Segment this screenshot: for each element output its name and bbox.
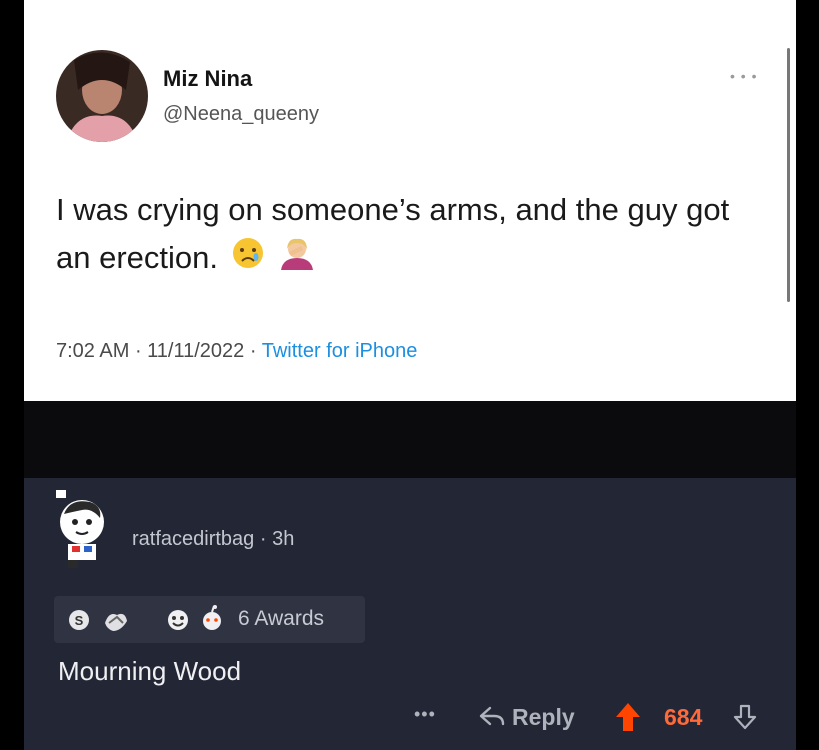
downvote-arrow-icon[interactable] xyxy=(732,703,758,731)
facepalm-emoji xyxy=(277,236,317,284)
comment-more-icon[interactable]: ••• xyxy=(414,704,436,725)
separator-dot: · xyxy=(249,340,262,362)
comment-meta: ratfacedirtbag · 3h xyxy=(132,528,294,551)
commenter-avatar[interactable] xyxy=(50,488,116,570)
separator-dot: · xyxy=(259,528,273,550)
tweet-handle[interactable]: @Neena_queeny xyxy=(163,103,319,126)
tweet-avatar[interactable] xyxy=(56,50,148,142)
vote-score: 684 xyxy=(664,704,703,730)
tweet-time[interactable]: 7:02 AM xyxy=(56,340,129,362)
tweet-source[interactable]: Twitter for iPhone xyxy=(262,340,418,362)
comment-username[interactable]: ratfacedirtbag xyxy=(132,528,254,550)
tweet-display-name[interactable]: Miz Nina xyxy=(163,66,252,92)
tweet-meta: 7:02 AM · 11/11/2022 · Twitter for iPhon… xyxy=(56,340,417,363)
upvote-arrow-icon[interactable] xyxy=(614,701,642,733)
crying-face-emoji xyxy=(231,236,265,284)
awards-count[interactable]: 6 Awards xyxy=(238,607,324,631)
hugz-award-icon xyxy=(103,609,127,631)
silver-award-icon: S xyxy=(68,609,90,631)
comment-body: Mourning Wood xyxy=(58,656,242,686)
more-dots-icon[interactable]: • • • xyxy=(730,68,757,84)
left-border xyxy=(0,0,24,750)
reply-button[interactable]: Reply xyxy=(512,704,575,731)
snoo-award-icon xyxy=(200,605,222,630)
right-border xyxy=(796,0,819,750)
tweet-text-content: I was crying on someone’s arms, and the … xyxy=(56,192,730,275)
svg-text:S: S xyxy=(75,613,84,628)
comment-age: 3h xyxy=(272,528,295,550)
reply-arrow-icon[interactable] xyxy=(478,704,506,728)
scrollbar[interactable] xyxy=(787,48,790,302)
divider-band xyxy=(24,401,796,478)
separator-dot: · xyxy=(134,340,148,362)
tweet-date[interactable]: 11/11/2022 xyxy=(147,340,244,362)
wholesome-award-icon xyxy=(166,609,188,631)
tweet-text: I was crying on someone’s arms, and the … xyxy=(56,186,756,284)
